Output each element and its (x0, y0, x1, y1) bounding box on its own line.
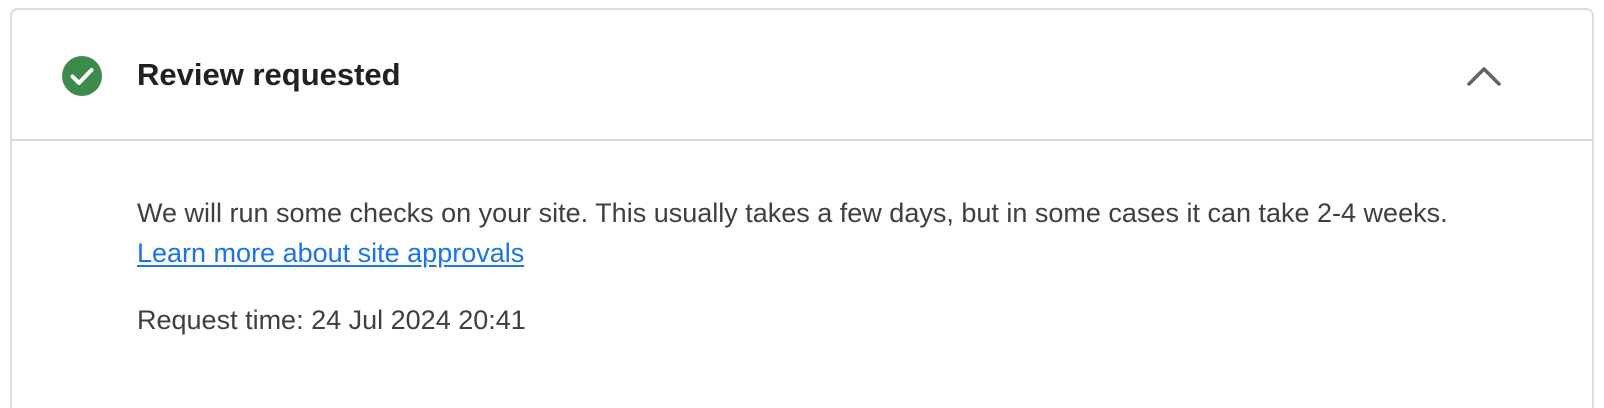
review-details: We will run some checks on your site. Th… (137, 193, 1467, 335)
request-time-label: Request time: (137, 305, 304, 335)
review-status-card: Review requested We will run some checks… (10, 8, 1594, 408)
request-time-value: 24 Jul 2024 20:41 (311, 305, 526, 335)
chevron-up-icon (1467, 67, 1501, 86)
description-text: We will run some checks on your site. Th… (137, 198, 1448, 228)
collapse-button[interactable] (1460, 52, 1508, 100)
request-time: Request time: 24 Jul 2024 20:41 (137, 300, 526, 340)
review-status-header[interactable]: Review requested (12, 10, 1592, 141)
review-description: We will run some checks on your site. Th… (137, 193, 1467, 273)
status-title: Review requested (137, 57, 401, 92)
check-circle-icon (61, 55, 103, 97)
learn-more-link[interactable]: Learn more about site approvals (137, 238, 524, 268)
